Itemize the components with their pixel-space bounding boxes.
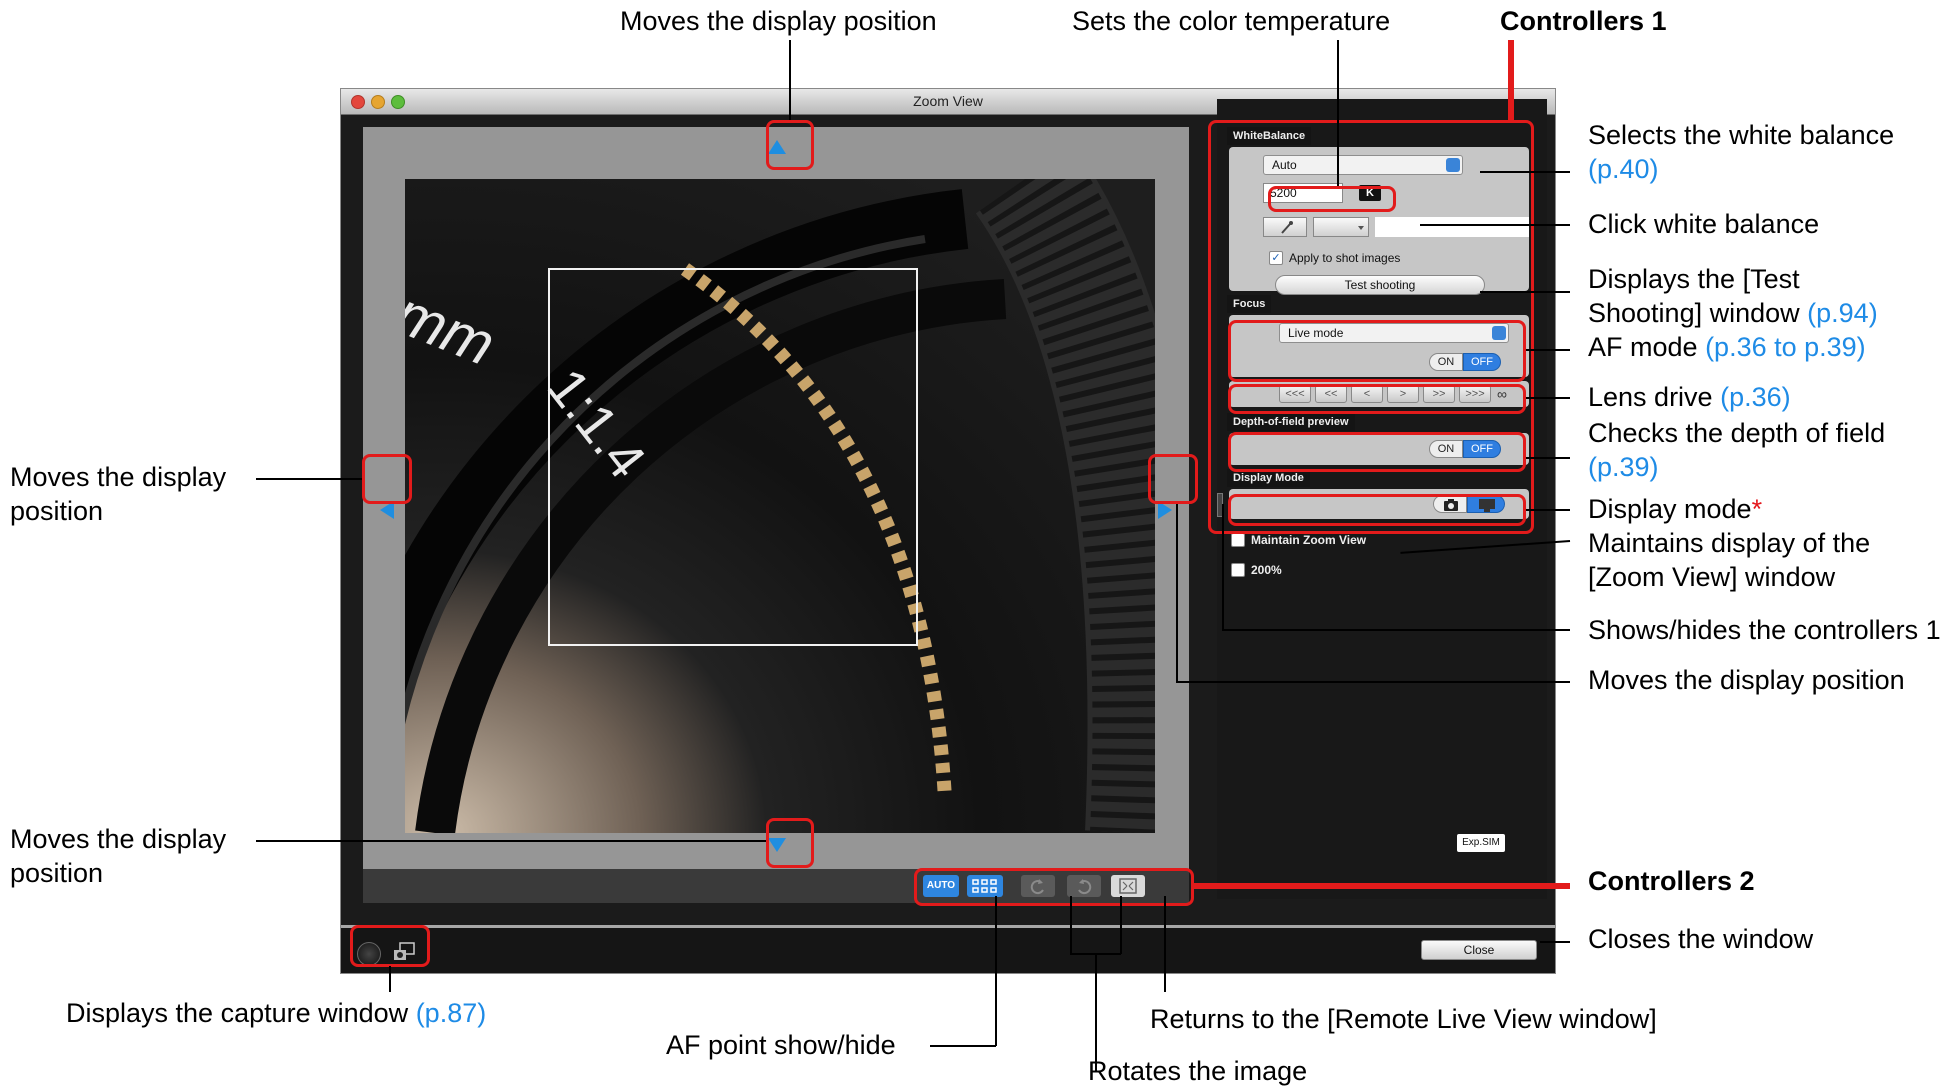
leader-showhide-v: [1222, 504, 1224, 630]
leader-showhide-h: [1222, 629, 1570, 631]
leader-right-move-v: [1176, 504, 1178, 682]
annotation-showhide: Shows/hides the controllers 1: [1588, 615, 1941, 645]
live-view-image: mm 1:1.4: [405, 179, 1155, 833]
annotation-controllers-2: Controllers 2: [1588, 866, 1755, 896]
up-arrow-highlight: [766, 120, 814, 170]
lens-photo: mm 1:1.4: [405, 179, 1155, 833]
right-arrow-highlight: [1148, 454, 1198, 504]
leader-top-move: [789, 40, 791, 120]
zoom-200-checkbox[interactable]: [1231, 563, 1245, 577]
annotation-returns: Returns to the [Remote Live View window]: [1150, 1004, 1657, 1034]
close-button[interactable]: Close: [1421, 940, 1537, 960]
annotation-maintain: Maintains display of the [Zoom View] win…: [1588, 528, 1871, 592]
annotation-click-wb: Click white balance: [1588, 209, 1820, 239]
leader-rotate-l: [1070, 896, 1072, 954]
leader-left-move: [256, 478, 362, 480]
annotation-right-move: Moves the display position: [1588, 665, 1905, 695]
annotation-capture: Displays the capture window (p.87): [66, 998, 487, 1028]
image-viewport: mm 1:1.4: [363, 127, 1189, 869]
exp-sim-badge: Exp.SIM: [1457, 834, 1505, 852]
zoom-200-label: 200%: [1251, 563, 1282, 577]
maintain-zoom-view-checkbox[interactable]: [1231, 533, 1245, 547]
annotation-af-mode: AF mode (p.36 to p.39): [1588, 332, 1866, 362]
leader-select-wb: [1480, 171, 1570, 173]
leader-returns: [1164, 896, 1166, 992]
leader-test-shooting: [1480, 291, 1570, 293]
leader-click-wb: [1420, 224, 1570, 226]
annotation-rotates: Rotates the image: [1088, 1056, 1308, 1086]
controllers-1-connector: [1508, 40, 1514, 122]
window-footer: Close: [341, 925, 1555, 973]
maintain-zoom-view-label: Maintain Zoom View: [1251, 533, 1367, 547]
lens-drive-highlight: [1228, 384, 1526, 414]
leader-af-mode: [1526, 349, 1570, 351]
af-mode-highlight: [1228, 320, 1526, 382]
annotation-display-mode: Display mode*: [1588, 494, 1763, 524]
annotation-left-move: Moves the display position: [10, 462, 227, 526]
leader-bottom-move: [256, 840, 766, 842]
annotation-top-move: Moves the display position: [620, 6, 937, 36]
annotation-lens-drive: Lens drive (p.36): [1588, 382, 1791, 412]
leader-capture: [389, 966, 391, 992]
annotation-dof: Checks the depth of field (p.39): [1588, 418, 1886, 482]
leader-display-mode: [1526, 509, 1570, 511]
leader-af-point-h: [930, 1045, 996, 1047]
annotation-closes: Closes the window: [1588, 924, 1814, 954]
display-mode-highlight: [1228, 494, 1526, 526]
leader-close: [1540, 941, 1570, 943]
annotation-select-wb: Selects the white balance (p.40): [1588, 120, 1895, 184]
annotation-test-shooting: Displays the [Test Shooting] window (p.9…: [1588, 264, 1878, 328]
annotation-color-temp: Sets the color temperature: [1072, 6, 1391, 36]
leader-lens-drive: [1526, 397, 1570, 399]
annotation-bottom-move: Moves the display position: [10, 824, 227, 888]
controllers-2-connector: [1194, 883, 1570, 889]
leader-dof: [1526, 457, 1570, 459]
left-arrow-highlight: [362, 454, 412, 504]
leader-rotate-r: [1120, 896, 1122, 954]
controllers-2-highlight: [914, 868, 1194, 906]
color-temp-highlight: [1268, 186, 1396, 212]
capture-highlight: [350, 925, 430, 967]
down-arrow-highlight: [766, 818, 814, 868]
annotation-af-point: AF point show/hide: [666, 1030, 896, 1060]
dof-highlight: [1228, 432, 1526, 472]
leader-af-point-v: [995, 896, 997, 1046]
leader-color-temp: [1337, 40, 1339, 186]
annotation-controllers-1: Controllers 1: [1500, 6, 1667, 36]
leader-right-move-h: [1176, 681, 1570, 683]
